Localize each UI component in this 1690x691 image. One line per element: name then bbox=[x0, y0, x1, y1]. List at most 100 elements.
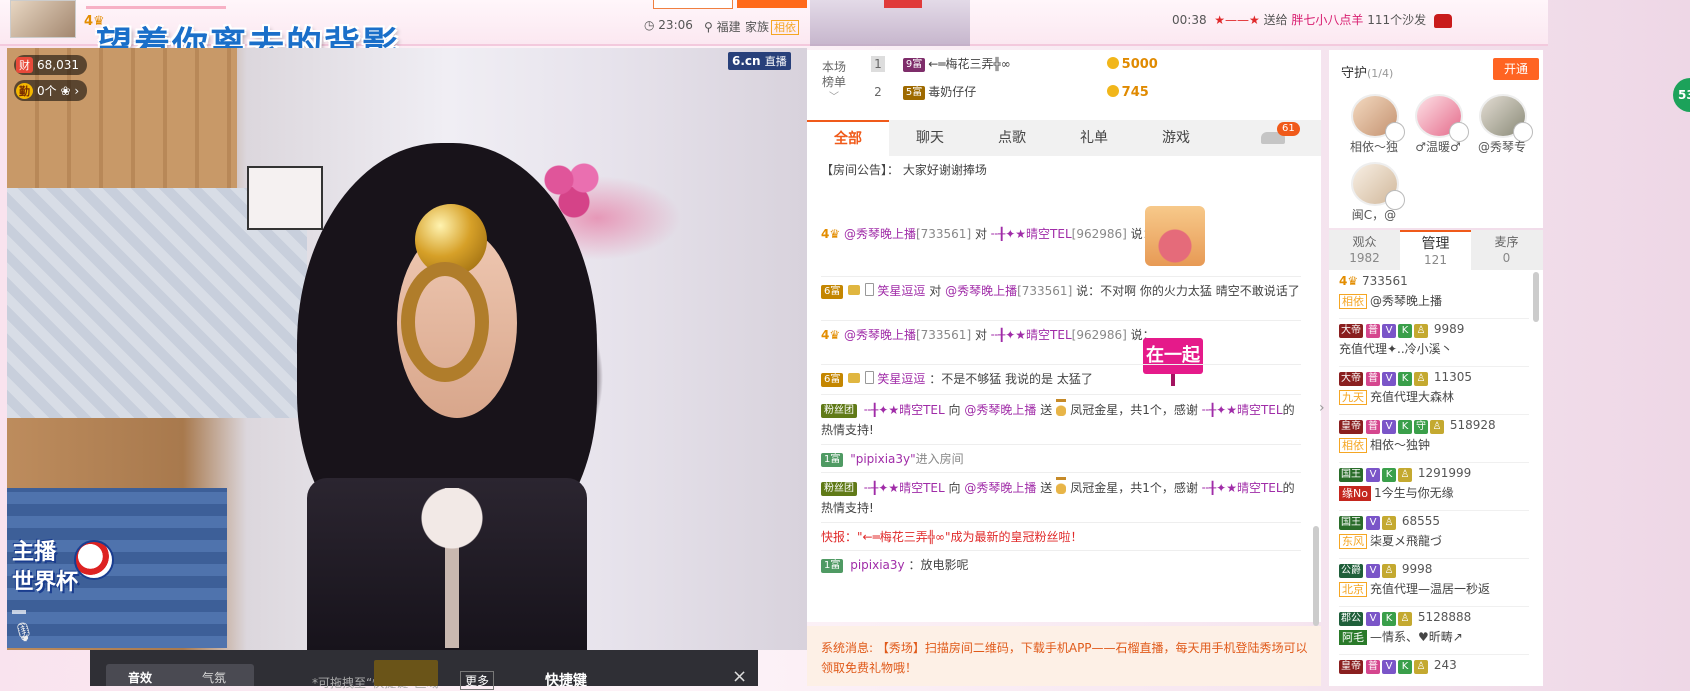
user-link[interactable]: ╌╂✦★晴空TEL bbox=[991, 227, 1072, 241]
user-link[interactable]: pipixia3y bbox=[850, 558, 904, 572]
emoji-sticker-icon bbox=[1145, 206, 1205, 266]
coin-icon bbox=[1106, 85, 1119, 97]
location: ⚲ 福建 bbox=[704, 20, 741, 34]
user-link[interactable]: ╌╂✦★晴空TEL bbox=[864, 481, 945, 495]
host-avatar[interactable] bbox=[10, 0, 76, 38]
user-link[interactable]: @秀琴晚上播 bbox=[964, 403, 1036, 417]
chat-message: 1富 pipixia3y ：放电影呢 bbox=[821, 550, 1301, 575]
list-item[interactable]: 4♛ 733561 相依 @秀琴晚上播 bbox=[1339, 270, 1529, 319]
chat-message: 4♛ @秀琴晚上播[733561] 对 ╌╂✦★晴空TEL[962986] 说： bbox=[821, 320, 1301, 345]
rank-row[interactable]: 1 9富 ←═梅花三弄╬∞ 5000 bbox=[871, 52, 1158, 76]
user-link[interactable]: @秀琴晚上播 bbox=[964, 481, 1036, 495]
microphone-icon[interactable]: 🎙 bbox=[12, 622, 35, 644]
tab-atmosphere[interactable]: 气氛 bbox=[202, 669, 226, 686]
user-link[interactable]: ╌╂✦★晴空TEL bbox=[991, 328, 1072, 342]
guard-avatar[interactable] bbox=[1351, 162, 1405, 210]
level-crown-icon: 4♛ bbox=[821, 227, 841, 241]
more-button[interactable]: 更多 bbox=[460, 671, 495, 690]
badge-icon bbox=[848, 373, 861, 383]
user-link[interactable]: 笑星逗逗 bbox=[877, 284, 925, 298]
follow-button[interactable] bbox=[653, 0, 733, 9]
audience-tabs: 观众 1982 管理 121 麦序 0 bbox=[1329, 230, 1543, 270]
enter-message: 1富 "pipixia3y"进入房间 bbox=[821, 444, 1301, 469]
user-link[interactable]: @秀琴晚上播 bbox=[844, 328, 916, 342]
phone-icon bbox=[865, 371, 875, 384]
audience-list[interactable]: 4♛ 733561 相依 @秀琴晚上播 大帝普 V K ♙ 9989 充值代理✦..冷小… bbox=[1329, 270, 1543, 686]
tab-sound-effects[interactable]: 音效 bbox=[128, 669, 152, 686]
floating-counter[interactable]: 53 bbox=[1673, 78, 1690, 112]
rank-label[interactable]: 本场 榜单 ﹀ bbox=[819, 60, 849, 105]
list-item[interactable]: 公爵 V ♙ 9998 北京 充值代理—温居一秒返 bbox=[1339, 558, 1529, 607]
guard-name[interactable]: ♂温暖♂ bbox=[1403, 138, 1473, 155]
user-link[interactable]: @秀琴晚上播 bbox=[945, 284, 1017, 298]
chat-message: 6富 笑星逗逗 ：不是不够猛 我说的是 太猛了 bbox=[821, 364, 1301, 389]
open-guard-button[interactable]: 开通 bbox=[1493, 58, 1539, 80]
chat-scrollbar[interactable] bbox=[1313, 526, 1319, 626]
guard-name[interactable]: 闽C，@ bbox=[1339, 206, 1409, 223]
chat-tabs: 全部 聊天 点歌 礼单 游戏 61 bbox=[807, 120, 1321, 157]
chevron-down-icon[interactable]: ﹀ bbox=[819, 90, 849, 105]
list-item[interactable]: 大帝普 V K ♙ 9989 充值代理✦..冷小溪丶 bbox=[1339, 318, 1529, 367]
family-info[interactable]: 家族 相依 bbox=[745, 18, 800, 35]
level-crown-icon: 4♛ bbox=[821, 328, 841, 342]
car-count-badge: 61 bbox=[1277, 122, 1300, 136]
level-crown-icon: 4♛ bbox=[1339, 274, 1359, 288]
chat-messages[interactable]: 【房间公告】： 大家好谢谢捧场 4♛ @秀琴晚上播[733561] 对 ╌╂✦★… bbox=[807, 156, 1321, 622]
close-icon[interactable]: × bbox=[732, 666, 747, 687]
user-link[interactable]: ╌╂✦★晴空TEL bbox=[864, 403, 945, 417]
diligence-badge[interactable]: 勤 0个 ❀ › bbox=[14, 80, 88, 101]
shortcut-slot[interactable] bbox=[374, 660, 438, 686]
tab-games[interactable]: 游戏 bbox=[1135, 120, 1217, 156]
guard-title: 守护(1/4) bbox=[1341, 66, 1394, 81]
guard-avatar[interactable] bbox=[1351, 94, 1405, 142]
guard-name[interactable]: 相依～独 bbox=[1339, 138, 1409, 155]
video-player[interactable] bbox=[7, 48, 807, 650]
video-bg-frame bbox=[247, 166, 323, 230]
user-link[interactable]: ╌╂✦★晴空TEL bbox=[1202, 403, 1283, 417]
gift-message: 粉丝团 ╌╂✦★晴空TEL 向 @秀琴晚上播 送凤冠金星，共1个，感谢 ╌╂✦★… bbox=[821, 472, 1301, 518]
medal-icon bbox=[1056, 399, 1067, 416]
collapse-arrow-icon[interactable]: › bbox=[1319, 400, 1325, 416]
stream-time: ◷ 23:06 bbox=[644, 18, 693, 32]
list-item[interactable]: 郡公 V K ♙ 5128888 阿毛 —情系、♥昕畴↗ bbox=[1339, 606, 1529, 655]
site-badge: 6.cn 直播 bbox=[728, 52, 791, 70]
sound-tabs: 音效 气氛 bbox=[106, 664, 254, 686]
sofa-icon[interactable] bbox=[1434, 13, 1452, 28]
coin-icon bbox=[1106, 57, 1119, 69]
chat-message: 6富 笑星逗逗 对 @秀琴晚上播[733561] 说：不对啊 你的火力太猛 晴空不… bbox=[821, 276, 1301, 301]
list-item[interactable]: 皇帝普 V K ♙ 243 bbox=[1339, 654, 1529, 686]
news-message: 快报："←═梅花三弄╬∞"成为最新的皇冠粉丝啦！ bbox=[821, 522, 1301, 547]
rank-row[interactable]: 2 5富 毒奶仔仔 745 bbox=[871, 80, 1149, 104]
guard-name[interactable]: @秀琴专 bbox=[1467, 138, 1537, 155]
tab-admins[interactable]: 管理 121 bbox=[1400, 230, 1471, 270]
user-link[interactable]: 笑星逗逗 bbox=[877, 372, 925, 386]
list-item[interactable]: 国王 V K ♙ 1291999 缘No 1今生与你无缘 bbox=[1339, 462, 1529, 511]
phone-icon bbox=[865, 283, 875, 296]
tab-mic-queue[interactable]: 麦序 0 bbox=[1471, 230, 1542, 270]
list-item[interactable]: 皇帝普 V K 守 ♙ 518928 相依 相依～独钟 bbox=[1339, 414, 1529, 463]
list-item[interactable]: 国王 V ♙ 68555 东风 柒夏メ飛龍づ bbox=[1339, 510, 1529, 559]
progress-line bbox=[86, 6, 226, 9]
tab-all[interactable]: 全部 bbox=[807, 120, 889, 156]
gift-message: 粉丝团 ╌╂✦★晴空TEL 向 @秀琴晚上播 送凤冠金星，共1个，感谢 ╌╂✦★… bbox=[821, 394, 1301, 440]
list-item[interactable]: 大帝普 V K ♙ 11305 九天 充值代理大森林 bbox=[1339, 366, 1529, 415]
gift-log: 00:38 ★——★ 送给 胖七小八点羊 111个沙发 bbox=[1172, 11, 1452, 28]
volume-bar[interactable] bbox=[12, 610, 26, 614]
tab-chat[interactable]: 聊天 bbox=[889, 120, 971, 156]
tab-gifts[interactable]: 礼单 bbox=[1053, 120, 1135, 156]
subscribe-button[interactable] bbox=[737, 0, 807, 8]
user-link[interactable]: @秀琴晚上播 bbox=[844, 227, 916, 241]
badge-icon bbox=[848, 285, 861, 295]
chat-message: 4♛ @秀琴晚上播[733561] 对 ╌╂✦★晴空TEL[962986] 说： bbox=[821, 227, 1155, 241]
tab-audience[interactable]: 观众 1982 bbox=[1329, 230, 1400, 270]
audience-scrollbar[interactable] bbox=[1533, 272, 1539, 322]
guard-avatar[interactable] bbox=[1479, 94, 1533, 142]
guard-avatar[interactable] bbox=[1415, 94, 1469, 142]
banner-tag bbox=[884, 0, 922, 8]
football-icon bbox=[74, 540, 114, 580]
user-link[interactable]: ╌╂✦★晴空TEL bbox=[1202, 481, 1283, 495]
wealth-badge: 财 68,031 bbox=[14, 55, 87, 75]
tab-songs[interactable]: 点歌 bbox=[971, 120, 1053, 156]
system-message: 系统消息: 【秀场】扫描房间二维码，下载手机APP——石榴直播，每天用手机登陆秀… bbox=[807, 626, 1321, 686]
user-link[interactable]: "pipixia3y" bbox=[850, 452, 915, 466]
